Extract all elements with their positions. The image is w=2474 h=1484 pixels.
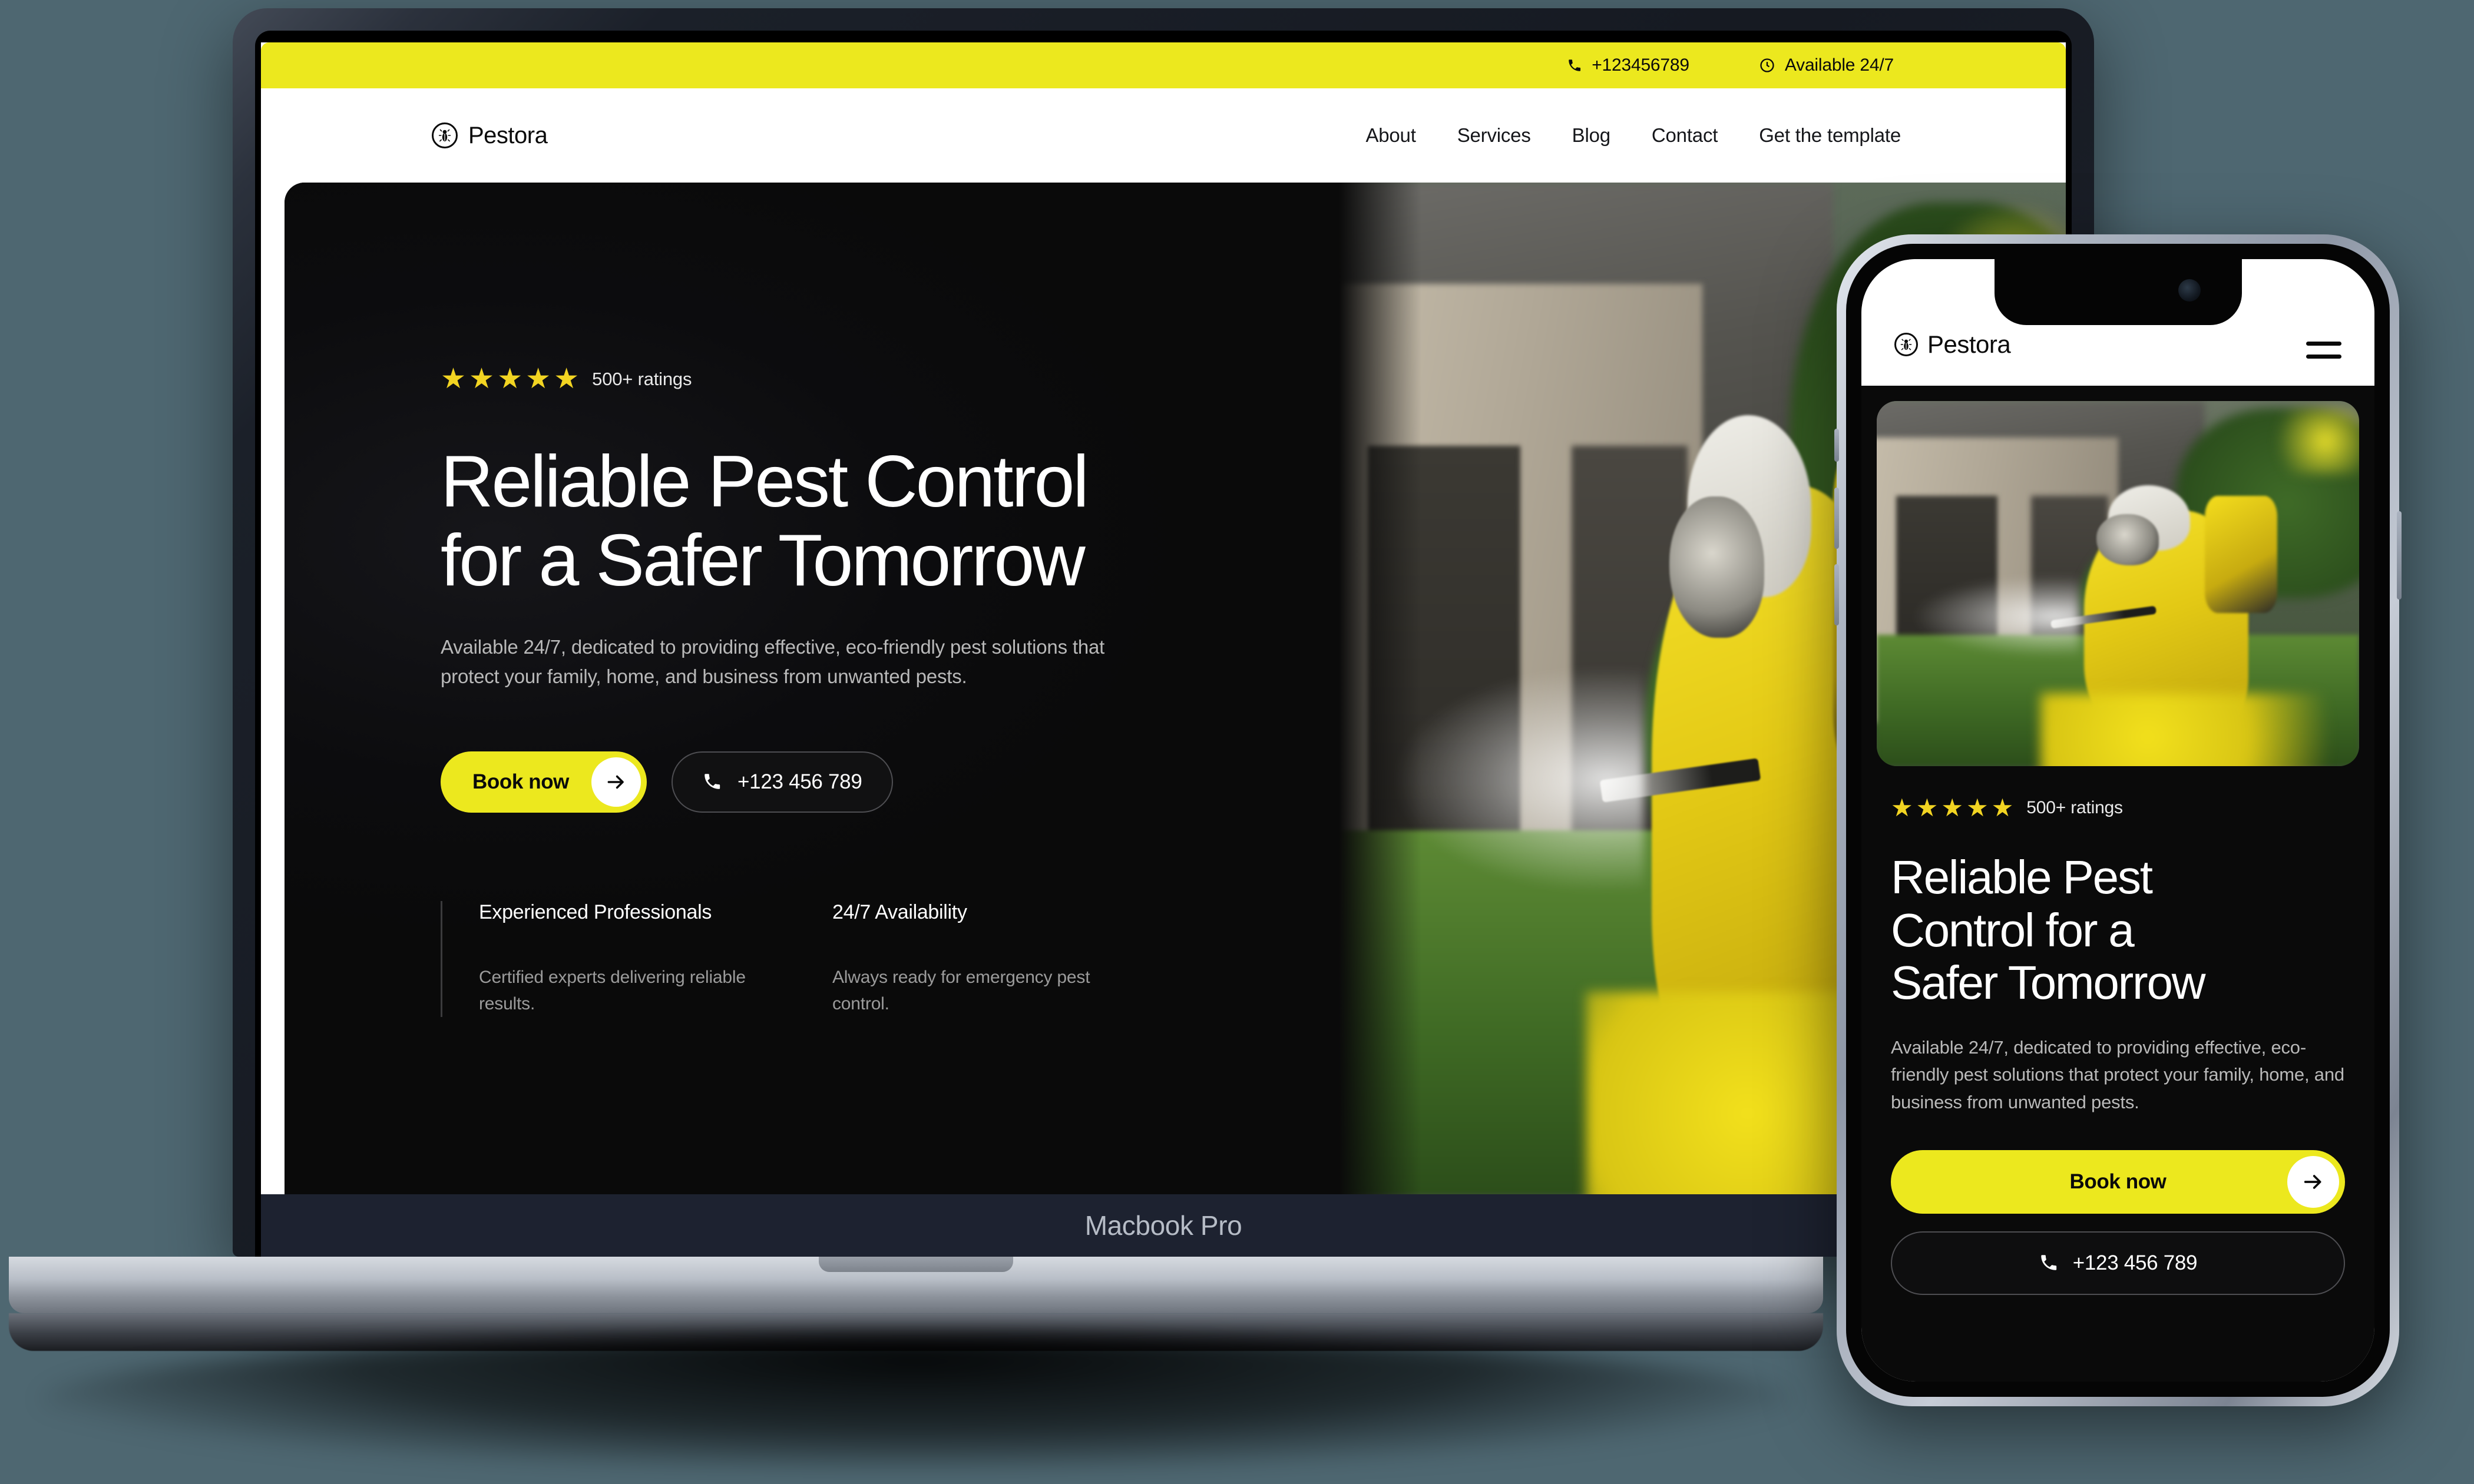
hero-section: ★ ★ ★ ★ ★ 500+ ratings Reliable Pest Con… (285, 183, 2066, 1194)
call-phone-button[interactable]: +123 456 789 (672, 751, 893, 813)
site-topbar: +123456789 Available 24/7 (261, 42, 2066, 88)
pest-control-photo (1877, 401, 2359, 766)
hero-paragraph: Available 24/7, dedicated to providing e… (441, 635, 1105, 687)
star-rating-icons: ★ ★ ★ ★ ★ (1891, 796, 2013, 820)
mobile-brand-logo[interactable]: Pestora (1894, 330, 2011, 359)
laptop-lid: +123456789 Available 24/7 Pestora About … (233, 8, 2094, 1257)
hero-cta-row: Book now +123 456 789 (441, 751, 1339, 813)
mobile-hero-image (1877, 401, 2359, 766)
feature-title: Experienced Professionals (479, 901, 712, 924)
mobile-hero-heading: Reliable Pest Control for a Safer Tomorr… (1891, 851, 2345, 1009)
clock-icon (1759, 57, 1775, 74)
bug-logo-icon (1894, 333, 1918, 356)
phone-screen: Pestora ★ ★ ★ ★ ★ 500+ ratings Reliable … (1861, 259, 2374, 1382)
laptop-base (9, 1257, 1823, 1313)
star-icon: ★ (1991, 794, 2014, 822)
phone-notch (1994, 259, 2242, 325)
feature-item: Experienced Professionals Certified expe… (479, 901, 832, 1017)
star-icon: ★ (554, 363, 580, 395)
phone-icon (2039, 1253, 2059, 1274)
hero-rating: ★ ★ ★ ★ ★ 500+ ratings (441, 365, 1339, 393)
star-icon: ★ (1891, 794, 1913, 822)
iphone-mockup: Pestora ★ ★ ★ ★ ★ 500+ ratings Reliable … (1834, 234, 2402, 1406)
hamburger-line (2306, 355, 2341, 359)
hero-heading: Reliable Pest Control for a Safer Tomorr… (441, 441, 1339, 601)
hero-features: Experienced Professionals Certified expe… (441, 901, 1339, 1018)
phone-power-button (2397, 511, 2402, 599)
mobile-call-phone-button[interactable]: +123 456 789 (1891, 1231, 2345, 1296)
topbar-phone[interactable]: +123456789 (1567, 55, 1689, 75)
nav-item-get-the-template[interactable]: Get the template (1759, 124, 1901, 147)
rating-count-label: 500+ ratings (2026, 798, 2123, 817)
laptop-bezel: +123456789 Available 24/7 Pestora About … (255, 31, 2072, 1257)
mobile-hero-heading-line-2: Control for a (1891, 903, 2135, 956)
macbook-pro-mockup: +123456789 Available 24/7 Pestora About … (9, 8, 2094, 1469)
nav-links: About Services Blog Contact Get the temp… (1365, 124, 1901, 147)
feature-description: Always ready for emergency pest control. (832, 968, 1090, 1014)
mockup-stage: +123456789 Available 24/7 Pestora About … (0, 0, 2474, 1484)
nav-item-contact[interactable]: Contact (1652, 124, 1718, 147)
nav-item-about[interactable]: About (1365, 124, 1415, 147)
nav-item-blog[interactable]: Blog (1572, 124, 1610, 147)
hamburger-menu-icon[interactable] (2306, 342, 2341, 359)
mobile-call-phone-label: +123 456 789 (2072, 1251, 2198, 1275)
book-now-label: Book now (472, 770, 570, 794)
mobile-hero-heading-line-1: Reliable Pest (1891, 851, 2153, 903)
phone-icon (1567, 58, 1582, 73)
mobile-hero-section: ★ ★ ★ ★ ★ 500+ ratings Reliable Pest Con… (1861, 386, 2374, 1382)
phone-icon (702, 771, 722, 793)
phone-volume-up-button (1834, 488, 1839, 549)
laptop-shadow (38, 1333, 1794, 1469)
phone-frame: Pestora ★ ★ ★ ★ ★ 500+ ratings Reliable … (1834, 234, 2402, 1406)
topbar-availability: Available 24/7 (1759, 55, 1894, 75)
mobile-hero-heading-line-3: Safer Tomorrow (1891, 956, 2206, 1009)
arrow-right-icon (2287, 1156, 2339, 1208)
star-icon: ★ (441, 363, 467, 395)
hero-heading-line-1: Reliable Pest Control (441, 441, 1089, 522)
star-icon: ★ (469, 363, 495, 395)
mobile-book-now-button[interactable]: Book now (1891, 1150, 2345, 1214)
book-now-button[interactable]: Book now (441, 751, 647, 813)
feature-title: 24/7 Availability (832, 901, 967, 924)
star-icon: ★ (497, 363, 523, 395)
feature-item: 24/7 Availability Always ready for emerg… (832, 901, 1186, 1017)
phone-mute-switch (1834, 429, 1839, 462)
mobile-hero-rating: ★ ★ ★ ★ ★ 500+ ratings (1891, 796, 2345, 820)
mobile-hero-content: ★ ★ ★ ★ ★ 500+ ratings Reliable Pest Con… (1877, 766, 2359, 1296)
star-icon: ★ (1916, 794, 1939, 822)
laptop-screen: +123456789 Available 24/7 Pestora About … (261, 42, 2066, 1194)
hero-copy-column: ★ ★ ★ ★ ★ 500+ ratings Reliable Pest Con… (285, 183, 1339, 1194)
hero-heading-line-2: for a Safer Tomorrow (441, 519, 1086, 601)
device-label: Macbook Pro (1084, 1210, 1242, 1241)
mobile-brand-name: Pestora (1927, 330, 2011, 358)
call-phone-label: +123 456 789 (737, 770, 862, 794)
topbar-phone-label: +123456789 (1592, 55, 1689, 75)
bug-logo-icon (432, 122, 458, 148)
star-icon: ★ (1941, 794, 1963, 822)
phone-body: Pestora ★ ★ ★ ★ ★ 500+ ratings Reliable … (1846, 244, 2390, 1397)
star-icon: ★ (1966, 794, 1989, 822)
mobile-hero-paragraph: Available 24/7, dedicated to providing e… (1891, 1036, 2344, 1112)
nav-item-services[interactable]: Services (1457, 124, 1531, 147)
hero-image-fade (1339, 183, 1421, 1194)
phone-front-camera (2178, 279, 2201, 302)
arrow-right-icon (591, 757, 641, 807)
star-icon: ★ (525, 363, 551, 395)
feature-description: Certified experts delivering reliable re… (479, 968, 746, 1014)
brand-logo[interactable]: Pestora (432, 122, 548, 149)
device-label-strip: Macbook Pro (261, 1194, 2066, 1257)
brand-name: Pestora (468, 122, 548, 148)
hamburger-line (2306, 342, 2341, 346)
phone-volume-down-button (1834, 564, 1839, 625)
topbar-availability-label: Available 24/7 (1784, 55, 1894, 75)
site-navbar: Pestora About Services Blog Contact Get … (261, 88, 2066, 183)
mobile-book-now-label: Book now (2069, 1170, 2167, 1194)
laptop-base-notch (819, 1257, 1013, 1272)
rating-count-label: 500+ ratings (592, 369, 692, 389)
star-rating-icons: ★ ★ ★ ★ ★ (441, 365, 579, 393)
